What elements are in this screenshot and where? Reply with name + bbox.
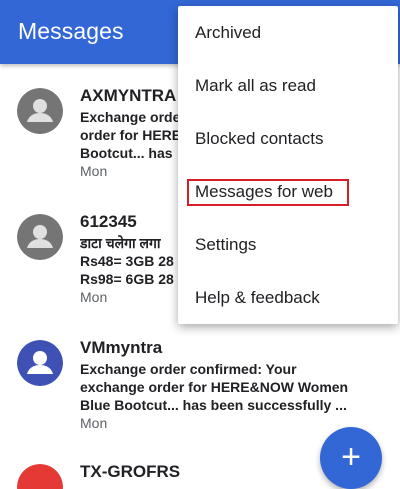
conversation-snippet: Exchange order confirmed: Your exchange … [80,361,349,413]
person-icon [17,340,63,386]
conversation-date: Mon [80,415,108,431]
contact-avatar [17,88,63,134]
person-icon [17,88,63,134]
menu-item-archived[interactable]: Archived [178,6,398,59]
plus-icon: + [341,438,361,476]
conversation-date: Mon [80,163,108,179]
person-icon [17,214,63,260]
menu-item-settings[interactable]: Settings [178,218,398,271]
contact-avatar [17,340,63,386]
menu-item-blocked-contacts[interactable]: Blocked contacts [178,112,398,165]
conversation-sender: 612345 [80,212,137,231]
conversation-date: Mon [80,289,108,305]
contact-avatar [17,214,63,260]
highlight-box [187,179,349,206]
menu-item-help-feedback[interactable]: Help & feedback [178,271,398,324]
conversation-sender: AXMYNTRA [80,86,177,105]
overflow-menu: Archived Mark all as read Blocked contac… [178,6,398,324]
conversation-sender: TX-GROFRS [80,462,181,481]
conversation-sender: VMmyntra [80,338,163,357]
app-title: Messages [18,18,124,44]
start-chat-button[interactable]: + [320,427,382,489]
menu-item-mark-all-read[interactable]: Mark all as read [178,59,398,112]
contact-avatar [17,464,63,489]
person-icon [17,464,63,489]
